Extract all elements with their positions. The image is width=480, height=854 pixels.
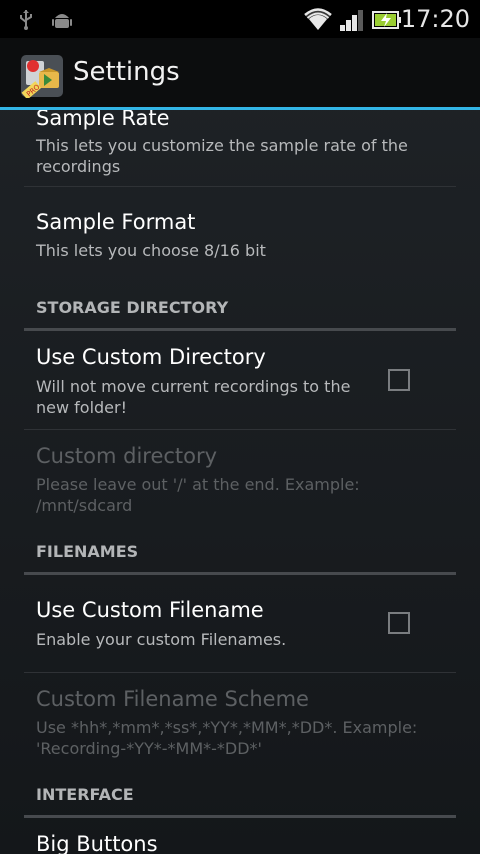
pref-summary: Please leave out '/' at the end. Example… — [36, 475, 360, 515]
category-divider — [24, 328, 456, 331]
pref-title: Sample Format — [36, 210, 196, 234]
battery-charging-icon — [372, 11, 401, 29]
pref-title: Custom directory — [36, 444, 218, 468]
pref-title: Sample Rate — [36, 110, 170, 130]
android-debug-icon — [52, 14, 72, 28]
pref-title: Use Custom Directory — [36, 345, 266, 369]
pref-custom-filename-scheme: Custom Filename Scheme Use *hh*,*mm*,*ss… — [24, 673, 456, 769]
status-bar: 17:20 — [0, 0, 480, 38]
recorder-pro-app-icon[interactable]: PRO — [20, 54, 64, 98]
category-divider — [24, 572, 456, 575]
use-custom-directory-checkbox[interactable] — [388, 369, 410, 391]
action-bar: PRO Settings — [0, 38, 480, 110]
pref-summary: This lets you customize the sample rate … — [36, 136, 408, 176]
wifi-icon — [304, 8, 332, 30]
pref-title: Custom Filename Scheme — [36, 687, 309, 711]
pref-sample-format[interactable]: Sample Format This lets you choose 8/16 … — [24, 187, 456, 269]
preferences-list[interactable]: Sample Rate This lets you customize the … — [0, 110, 480, 854]
page-title: Settings — [73, 57, 180, 87]
pref-summary: This lets you choose 8/16 bit — [36, 241, 266, 260]
pref-summary: Enable your custom Filenames. — [36, 630, 287, 649]
usb-icon — [20, 10, 32, 30]
category-filenames: FILENAMES — [36, 542, 139, 561]
pref-title: Use Custom Filename — [36, 598, 264, 622]
pref-summary: Use *hh*,*mm*,*ss*,*YY*,*MM*,*DD*. Examp… — [36, 718, 418, 758]
pref-title: Big Buttons — [36, 832, 158, 854]
status-time: 17:20 — [400, 5, 470, 33]
category-storage-directory: STORAGE DIRECTORY — [36, 298, 229, 317]
use-custom-filename-checkbox[interactable] — [388, 612, 410, 634]
pref-sample-rate[interactable]: Sample Rate This lets you customize the … — [24, 110, 456, 186]
pref-custom-directory: Custom directory Please leave out '/' at… — [24, 430, 456, 526]
pref-big-buttons[interactable]: Big Buttons — [24, 819, 456, 854]
pref-summary: Will not move current recordings to the … — [36, 377, 351, 417]
category-interface: INTERFACE — [36, 785, 134, 804]
signal-icon — [340, 10, 363, 31]
category-divider — [24, 815, 456, 818]
